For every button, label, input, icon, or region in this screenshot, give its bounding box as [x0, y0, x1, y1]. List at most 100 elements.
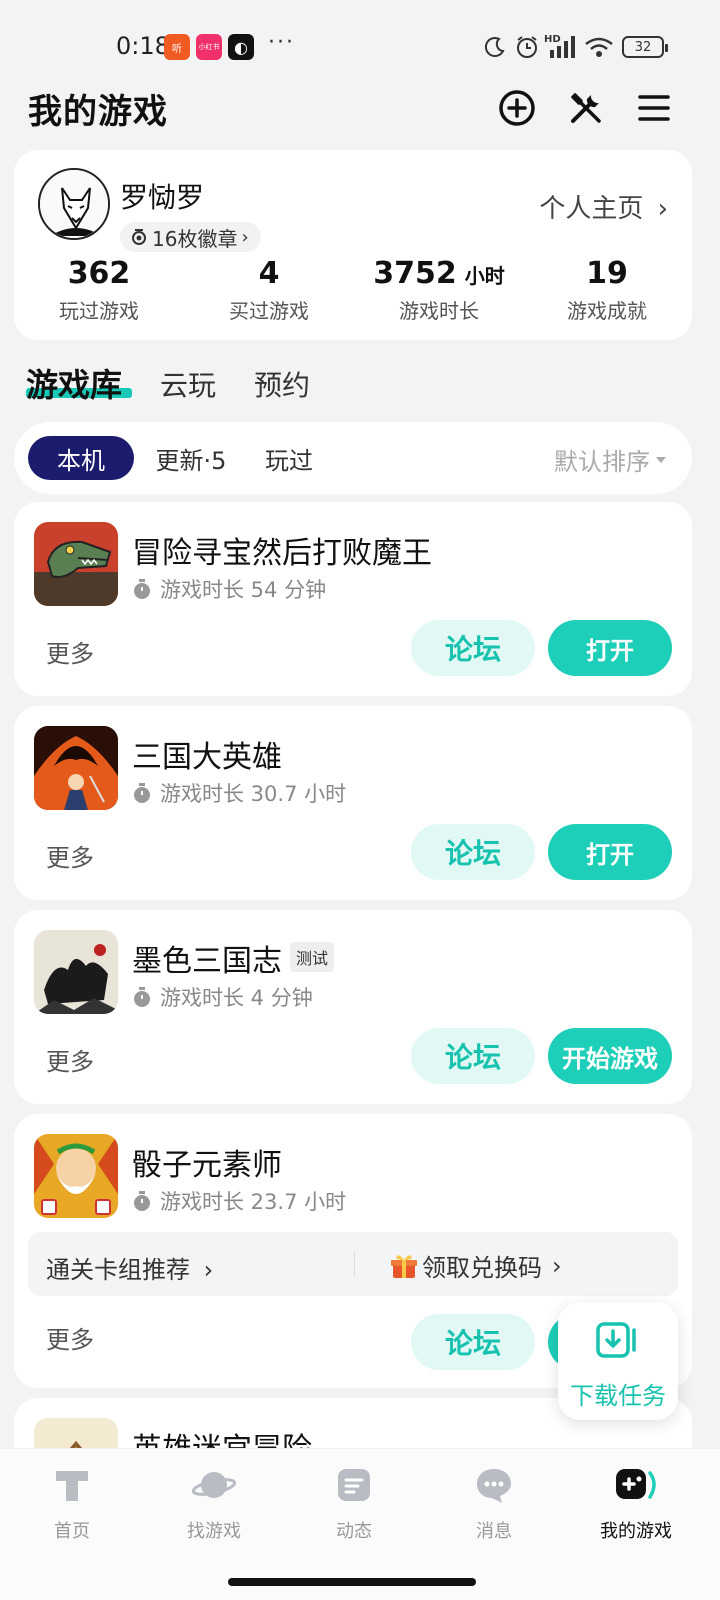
nav-find-games-label: 找游戏 [187, 1521, 241, 1542]
nav-home-label: 首页 [54, 1521, 90, 1542]
stopwatch-icon [134, 1191, 150, 1211]
forum-button[interactable]: 论坛 [411, 1028, 535, 1084]
download-tasks-label: 下载任务 [570, 1382, 666, 1410]
more-notifications-icon: ··· [268, 30, 295, 55]
stat-value: 4 [258, 256, 280, 291]
game-playtime: 游戏时长 4 分钟 [132, 982, 313, 1012]
beta-tag: 测试 [290, 942, 335, 972]
sort-dropdown[interactable]: 默认排序 [554, 442, 666, 477]
signal-icon [550, 36, 575, 58]
game-playtime: 游戏时长 54 分钟 [132, 574, 326, 604]
stat-label: 游戏时长 [399, 299, 479, 323]
filter-updates[interactable]: 更新·5 [136, 436, 246, 480]
menu-icon [638, 95, 670, 121]
add-game-button[interactable] [497, 88, 537, 128]
start-game-button[interactable]: 开始游戏 [548, 1028, 672, 1084]
message-icon [477, 1469, 511, 1503]
deck-recommend-link[interactable]: 通关卡组推荐 › [46, 1250, 213, 1285]
playtime-label: 游戏时长 4 分钟 [160, 986, 313, 1010]
tools-button[interactable] [566, 88, 606, 128]
game-title: 冒险寻宝然后打败魔王 [132, 536, 432, 571]
profile-card[interactable]: 罗恸罗 16枚徽章 › 个人主页 › 362 玩过游戏 4 买过游戏 3752 小… [14, 150, 692, 340]
game-title: 骰子元素师 [132, 1148, 282, 1183]
nav-feed[interactable]: 动态 [282, 1463, 426, 1543]
stat-played-games[interactable]: 362 玩过游戏 [14, 256, 184, 324]
stat-value: 3752 [373, 256, 457, 291]
battery-icon: 32 [622, 36, 668, 58]
stopwatch-icon [134, 579, 150, 599]
home-icon [56, 1471, 88, 1501]
chevron-right-icon: › [203, 1256, 214, 1284]
playtime-label: 游戏时长 30.7 小时 [160, 782, 347, 806]
alarm-icon [517, 36, 537, 58]
forum-button[interactable]: 论坛 [411, 824, 535, 880]
listen-app-icon: 听 [164, 34, 190, 60]
game-playtime: 游戏时长 23.7 小时 [132, 1186, 346, 1216]
forum-button[interactable]: 论坛 [411, 1314, 535, 1370]
more-link[interactable]: 更多 [46, 838, 94, 873]
tab-game-library[interactable]: 游戏库 [26, 360, 122, 406]
three-kingdoms-hero-icon [34, 726, 118, 810]
promo-row: 通关卡组推荐 › 领取兑换码 › [28, 1232, 678, 1296]
ink-three-kingdoms-icon [34, 930, 118, 1014]
stat-unit: 小时 [464, 264, 505, 288]
status-time: 0:18 [116, 32, 170, 60]
crocodile-game-icon [34, 522, 118, 606]
menu-button[interactable] [634, 88, 674, 128]
profile-home-link[interactable]: 个人主页 › [539, 188, 668, 225]
caret-down-icon [656, 456, 666, 463]
gamepad-icon [616, 1469, 656, 1499]
more-link[interactable]: 更多 [46, 1042, 94, 1077]
game-icon[interactable] [34, 522, 118, 606]
redeem-code-link[interactable]: 领取兑换码 › [390, 1248, 562, 1283]
game-icon[interactable] [34, 930, 118, 1014]
nav-home[interactable]: 首页 [0, 1463, 144, 1543]
wifi-icon [585, 37, 613, 57]
stat-achievements[interactable]: 19 游戏成就 [522, 256, 692, 324]
game-card[interactable]: 墨色三国志 测试 游戏时长 4 分钟 更多 论坛 开始游戏 [14, 910, 692, 1104]
stat-value: 19 [586, 256, 628, 291]
filter-played[interactable]: 玩过 [254, 436, 324, 480]
username: 罗恸罗 [120, 181, 205, 214]
moon-icon [484, 37, 505, 58]
game-card[interactable]: 三国大英雄 游戏时长 30.7 小时 更多 论坛 打开 [14, 706, 692, 900]
stat-value: 362 [67, 256, 131, 291]
home-indicator [228, 1578, 476, 1586]
more-link[interactable]: 更多 [46, 634, 94, 669]
tab-reservations[interactable]: 预约 [254, 364, 310, 404]
badge-count-label: 16枚徽章 [152, 226, 238, 251]
badge-count-pill[interactable]: 16枚徽章 › [120, 222, 261, 252]
download-tasks-button[interactable]: 下载任务 [558, 1302, 678, 1420]
filter-local[interactable]: 本机 [28, 436, 134, 480]
stat-bought-games[interactable]: 4 买过游戏 [184, 256, 354, 324]
xiaohongshu-app-icon: 小红书 [196, 34, 222, 60]
divider [354, 1252, 355, 1276]
planet-icon [192, 1472, 236, 1498]
nav-messages[interactable]: 消息 [422, 1463, 566, 1543]
chevron-right-icon: › [241, 226, 249, 248]
forum-button[interactable]: 论坛 [411, 620, 535, 676]
chevron-right-icon: › [657, 194, 668, 224]
game-title: 三国大英雄 [132, 740, 282, 775]
more-link[interactable]: 更多 [46, 1320, 94, 1355]
feed-icon [338, 1469, 370, 1501]
stat-play-time[interactable]: 3752 小时 游戏时长 [354, 256, 524, 324]
game-card[interactable]: 冒险寻宝然后打败魔王 游戏时长 54 分钟 更多 论坛 打开 [14, 502, 692, 696]
game-icon[interactable] [34, 726, 118, 810]
status-bar: 0:18 听 小红书 ◐ ··· HD 32 [0, 0, 720, 90]
plus-circle-icon [499, 90, 535, 126]
page-title: 我的游戏 [28, 92, 168, 132]
open-game-button[interactable]: 打开 [548, 620, 672, 676]
gift-icon [391, 1254, 417, 1278]
nav-messages-label: 消息 [476, 1521, 512, 1542]
avatar[interactable] [38, 168, 110, 240]
nav-find-games[interactable]: 找游戏 [142, 1463, 286, 1543]
game-icon[interactable] [34, 1134, 118, 1218]
open-game-button[interactable]: 打开 [548, 824, 672, 880]
tab-cloud-play[interactable]: 云玩 [160, 364, 216, 404]
game-playtime: 游戏时长 30.7 小时 [132, 778, 346, 808]
wolf-avatar-icon [40, 170, 108, 238]
stat-label: 玩过游戏 [59, 299, 139, 323]
nav-my-games[interactable]: 我的游戏 [564, 1463, 708, 1543]
download-icon [596, 1322, 636, 1358]
